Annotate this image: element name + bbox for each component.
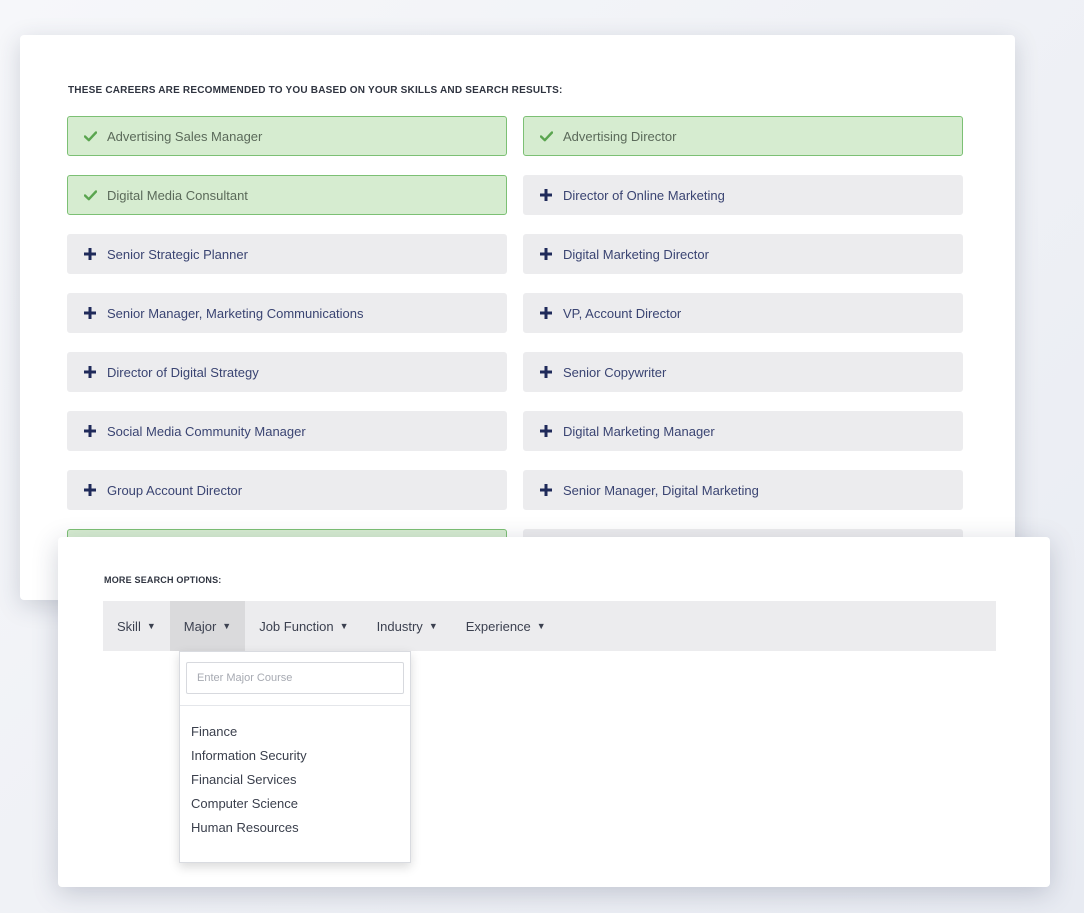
nav-label: Skill	[117, 618, 141, 634]
major-option[interactable]: Finance	[191, 720, 307, 744]
career-label: Group Account Director	[107, 482, 243, 498]
major-option[interactable]: Human Resources	[191, 816, 307, 840]
recommendations-card: THESE CAREERS ARE RECOMMENDED TO YOU BAS…	[20, 35, 1015, 600]
caret-down-icon: ▼	[428, 621, 438, 631]
career-label: Director of Digital Strategy	[107, 364, 259, 380]
career-label: VP, Account Director	[563, 305, 682, 321]
career-button[interactable]: VP, Account Director	[523, 293, 963, 333]
career-button[interactable]: Digital Media Consultant	[67, 175, 507, 215]
career-button[interactable]: Senior Strategic Planner	[67, 234, 507, 274]
search-options-label: MORE SEARCH OPTIONS:	[104, 575, 222, 585]
nav-label: Experience	[465, 618, 531, 634]
nav-label: Industry	[376, 618, 423, 634]
plus-icon	[83, 307, 97, 319]
caret-down-icon: ▼	[146, 621, 156, 631]
plus-icon	[539, 189, 553, 201]
career-button[interactable]: Social Media Community Manager	[67, 411, 507, 451]
plus-icon	[539, 484, 553, 496]
plus-icon	[539, 307, 553, 319]
career-label: Advertising Sales Manager	[107, 128, 263, 144]
career-label: Senior Copywriter	[563, 364, 667, 380]
recommendations-heading: THESE CAREERS ARE RECOMMENDED TO YOU BAS…	[68, 85, 563, 96]
search-options-nav: Skill ▼ Major ▼ Job Function ▼ Industry ▼ Ex…	[103, 601, 996, 651]
nav-label: Major	[183, 618, 217, 634]
career-button[interactable]: Director of Digital Strategy	[67, 352, 507, 392]
major-dropdown: Finance Information Security Financial S…	[179, 651, 411, 863]
search-options-card: MORE SEARCH OPTIONS: Skill ▼ Major ▼ Job F…	[58, 537, 1050, 887]
plus-icon	[83, 484, 97, 496]
career-label: Senior Strategic Planner	[107, 246, 248, 262]
checkmark-icon	[539, 130, 553, 142]
major-option[interactable]: Computer Science	[191, 792, 307, 816]
career-button[interactable]: Digital Marketing Director	[523, 234, 963, 274]
nav-label: Job Function	[259, 618, 334, 634]
caret-down-icon: ▼	[536, 621, 546, 631]
career-label: Advertising Director	[563, 128, 677, 144]
major-search-input[interactable]	[186, 662, 404, 694]
career-label: Digital Media Consultant	[107, 187, 248, 203]
nav-skill[interactable]: Skill ▼	[103, 601, 170, 651]
plus-icon	[539, 366, 553, 378]
caret-down-icon: ▼	[339, 621, 349, 631]
checkmark-icon	[83, 189, 97, 201]
checkmark-icon	[83, 130, 97, 142]
nav-major[interactable]: Major ▼	[169, 601, 246, 651]
career-label: Social Media Community Manager	[107, 423, 306, 439]
career-button[interactable]: Senior Manager, Marketing Communications	[67, 293, 507, 333]
career-label: Senior Manager, Marketing Communications	[107, 305, 364, 321]
career-button[interactable]: Senior Manager, Digital Marketing	[523, 470, 963, 510]
career-label: Director of Online Marketing	[563, 187, 725, 203]
career-label: Digital Marketing Director	[563, 246, 709, 262]
caret-down-icon: ▼	[222, 621, 232, 631]
career-button[interactable]: Advertising Sales Manager	[67, 116, 507, 156]
plus-icon	[539, 248, 553, 260]
major-option[interactable]: Financial Services	[191, 768, 307, 792]
career-button[interactable]: Digital Marketing Manager	[523, 411, 963, 451]
career-label: Senior Manager, Digital Marketing	[563, 482, 759, 498]
career-button[interactable]: Director of Online Marketing	[523, 175, 963, 215]
plus-icon	[83, 366, 97, 378]
nav-experience[interactable]: Experience ▼	[452, 601, 560, 651]
major-options-list: Finance Information Security Financial S…	[191, 720, 307, 840]
career-label: Digital Marketing Manager	[563, 423, 715, 439]
dropdown-divider	[180, 705, 410, 706]
plus-icon	[83, 425, 97, 437]
major-option[interactable]: Information Security	[191, 744, 307, 768]
plus-icon	[83, 248, 97, 260]
nav-job-function[interactable]: Job Function ▼	[245, 601, 362, 651]
career-button[interactable]: Senior Copywriter	[523, 352, 963, 392]
career-button[interactable]: Advertising Director	[523, 116, 963, 156]
plus-icon	[539, 425, 553, 437]
nav-industry[interactable]: Industry ▼	[363, 601, 452, 651]
career-button[interactable]: Group Account Director	[67, 470, 507, 510]
